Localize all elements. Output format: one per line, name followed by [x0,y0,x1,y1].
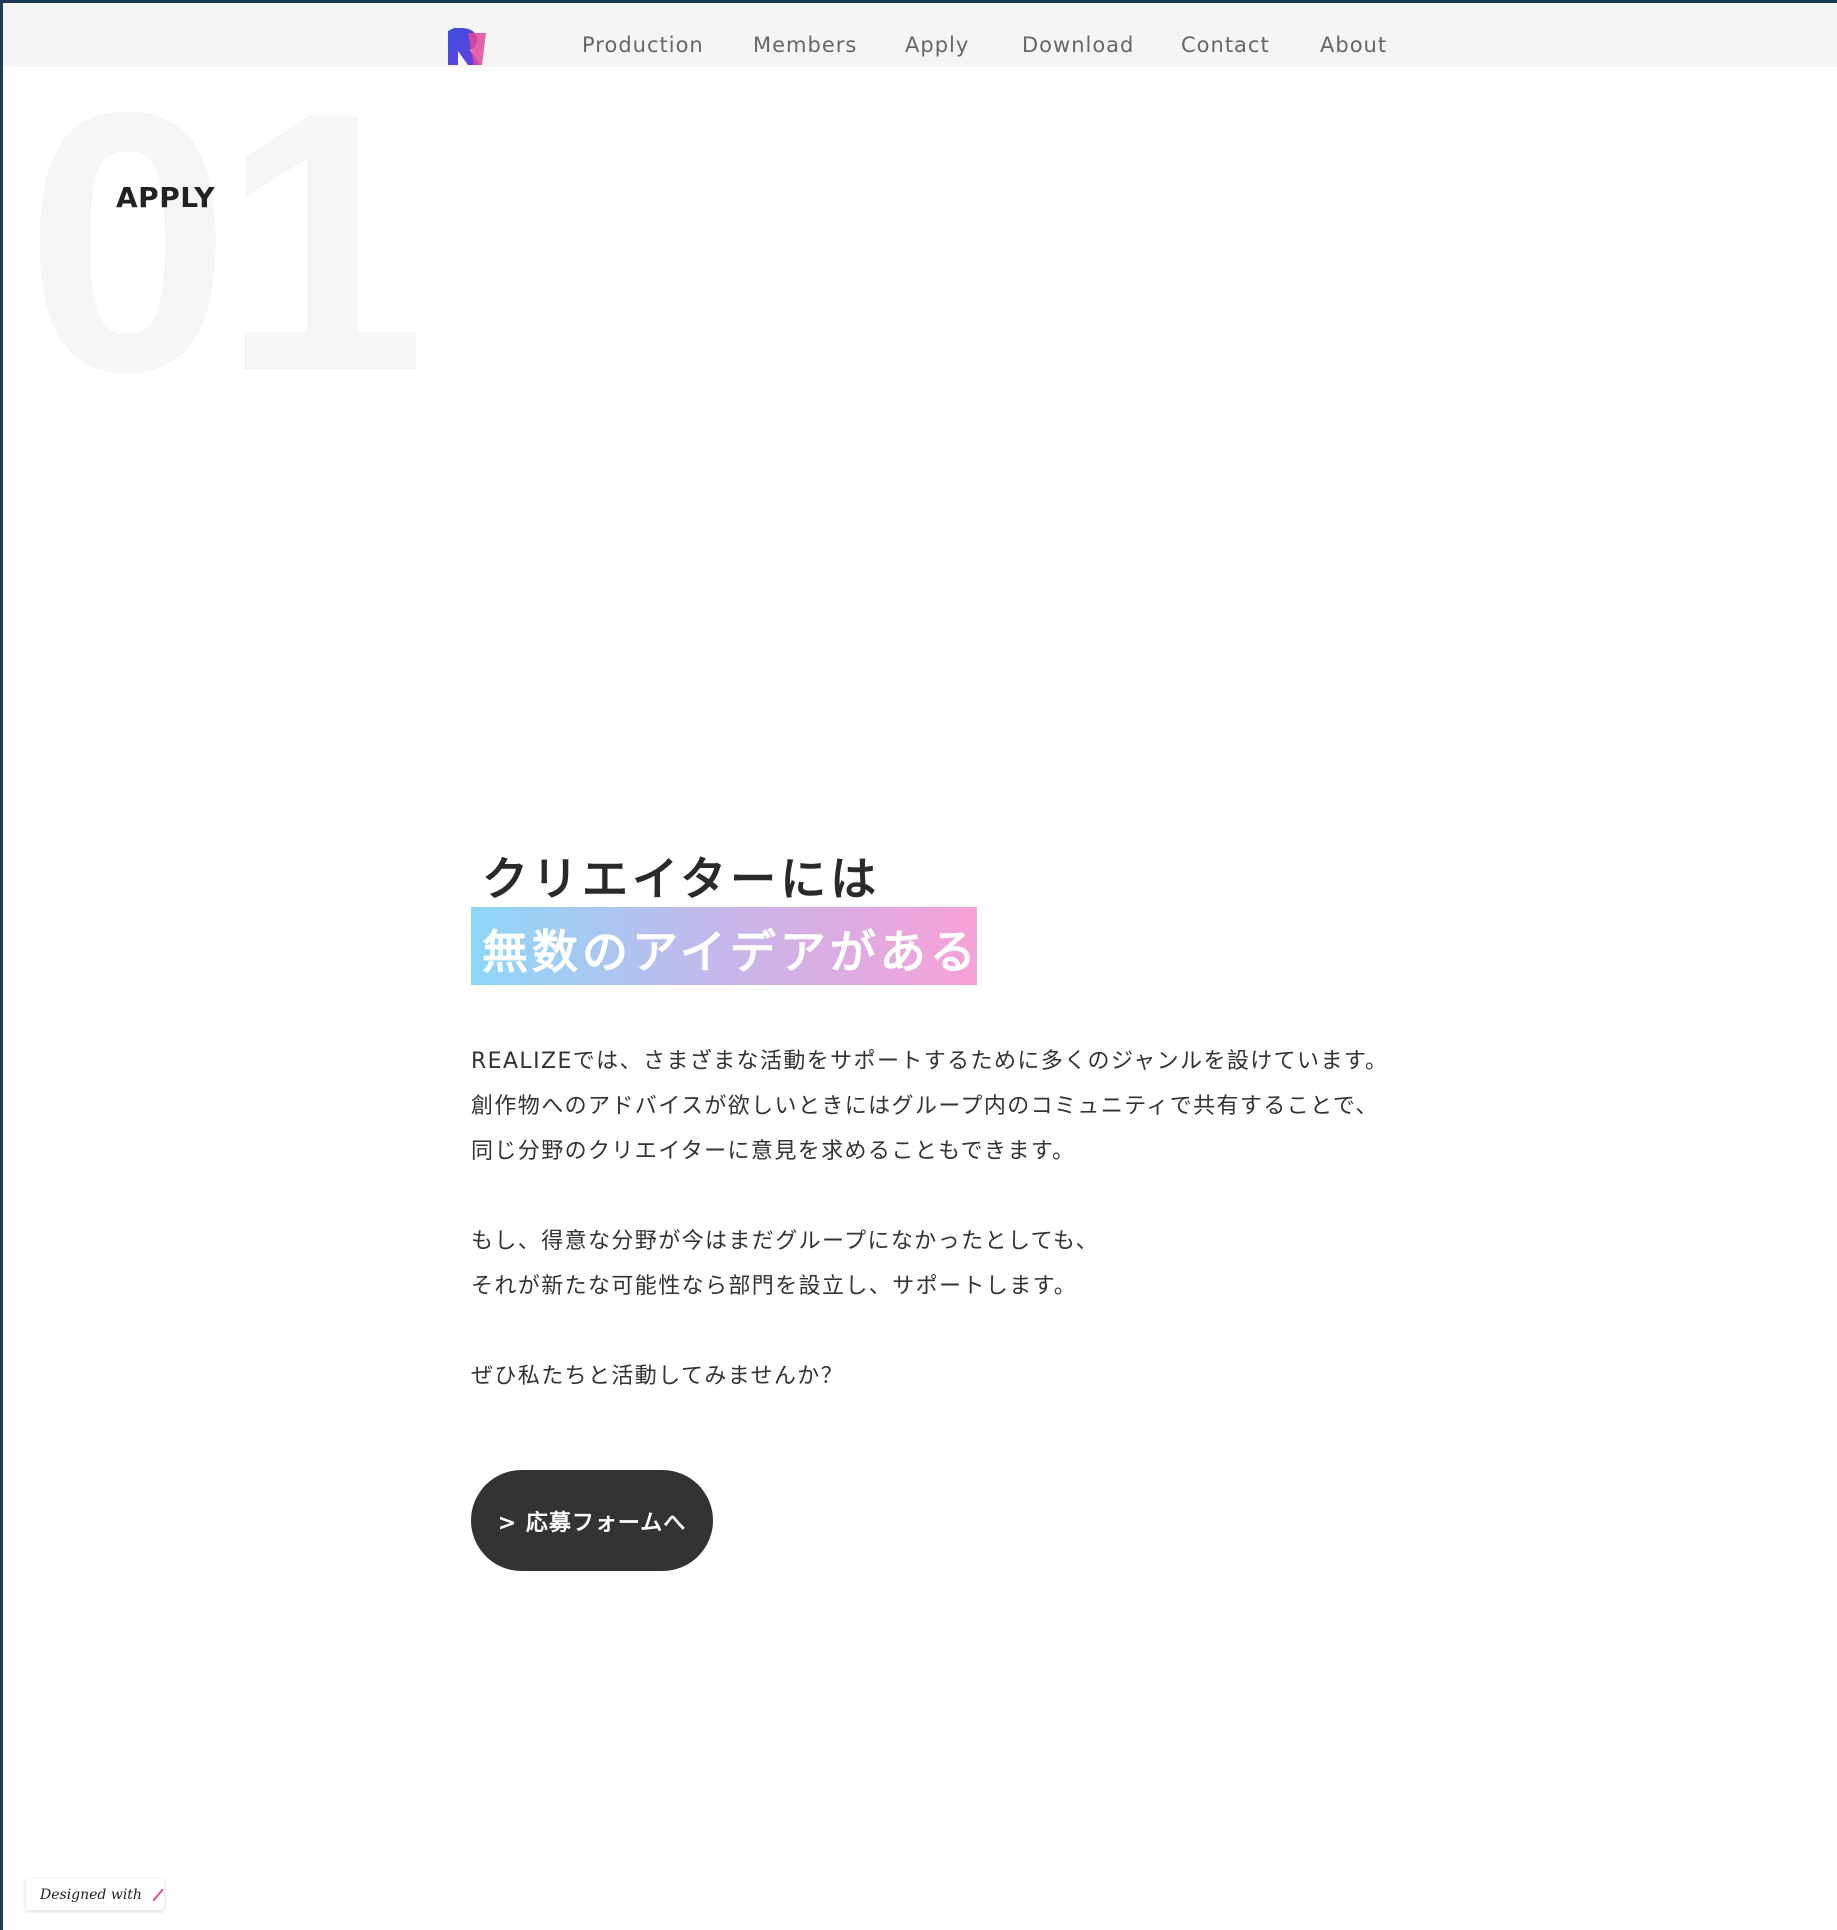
designed-with-badge[interactable]: Designed with [26,1879,164,1910]
nav-item-apply[interactable]: Apply [905,33,969,57]
designed-with-label: Designed with [40,1886,142,1903]
intro-line: 創作物へのアドバイスが欲しいときにはグループ内のコミュニティで共有することで、 [471,1094,1379,1119]
headline-line-2: 無数のアイデアがある [482,925,980,979]
intro-line: REALIZEでは、さまざまな活動をサポートするために多くのジャンルを設けていま… [471,1049,1389,1074]
nav-item-members[interactable]: Members [753,33,857,57]
nav-item-production[interactable]: Production [582,33,704,57]
realize-logo-icon[interactable] [446,25,490,67]
intro-line: 同じ分野のクリエイターに意見を求めることもできます。 [471,1139,1076,1164]
section-title: APPLY [116,181,215,214]
application-form-button[interactable]: > 応募フォームへ [471,1470,713,1571]
nav-item-download[interactable]: Download [1022,33,1134,57]
studio-logo-icon [152,1888,164,1901]
nav-item-contact[interactable]: Contact [1181,33,1270,57]
intro-line: ぜひ私たちと活動してみませんか？ [471,1364,845,1389]
intro-line: もし、得意な分野が今はまだグループになかったとしても、 [471,1229,1100,1254]
intro-line: それが新たな可能性なら部門を設立し、サポートします。 [471,1274,1078,1299]
nav-item-about[interactable]: About [1320,33,1387,57]
section-number: 01 [25,36,427,449]
headline-highlight: 無数のアイデアがある [471,907,977,985]
headline-line-1: クリエイターには [482,852,881,906]
intro-text: REALIZEでは、さまざまな活動をサポートするために多くのジャンルを設けていま… [471,1039,1451,1399]
